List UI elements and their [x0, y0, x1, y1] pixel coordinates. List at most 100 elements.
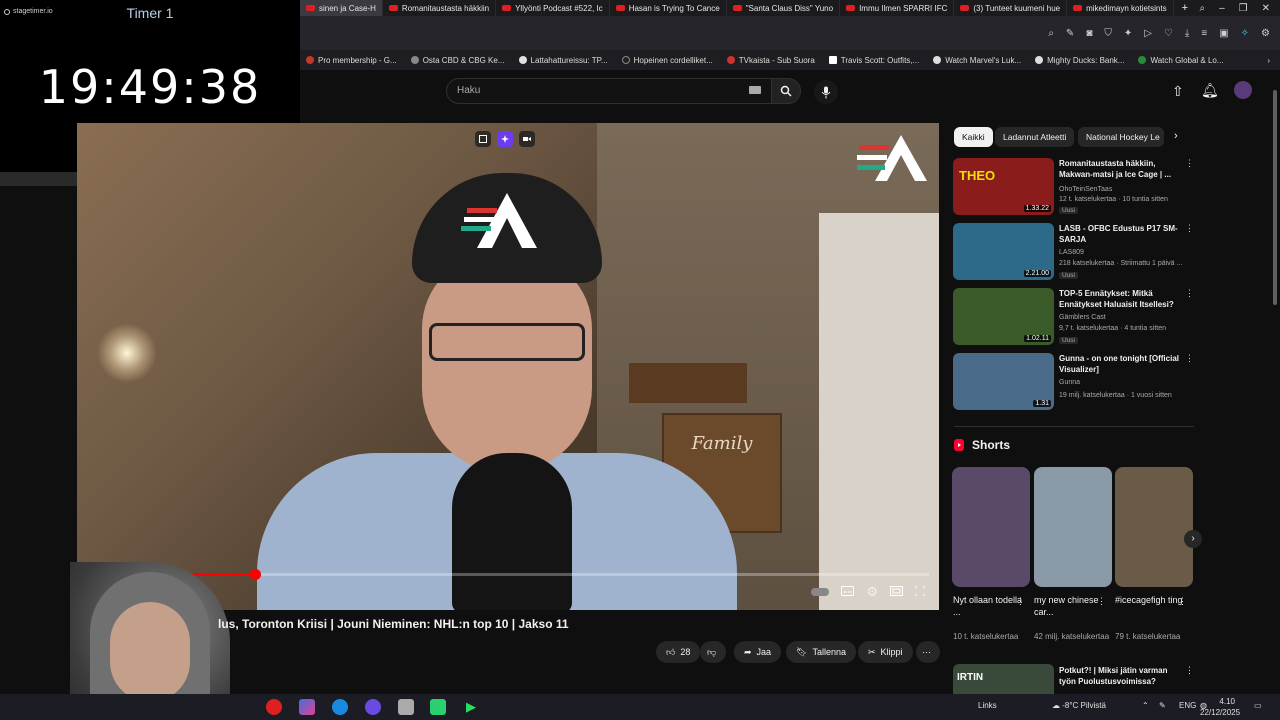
- zoom-icon[interactable]: ⌕: [1048, 28, 1054, 39]
- recommendation-thumbnail[interactable]: 1.31: [953, 353, 1054, 410]
- ai-icon[interactable]: ✧: [1241, 28, 1249, 39]
- clip-button[interactable]: ✂ Klippi: [858, 641, 913, 663]
- recommendation-title[interactable]: Gunna - on one tonight [Official Visuali…: [1059, 353, 1179, 375]
- scrollbar-thumb[interactable]: [1273, 90, 1277, 305]
- tray-chevron-icon[interactable]: ⌃: [1142, 701, 1149, 710]
- shield-icon[interactable]: ⛉: [1104, 28, 1112, 39]
- like-button[interactable]: 👍︎ 28: [656, 641, 701, 663]
- bookmark-item[interactable]: Travis Scott: Outfits,...: [828, 56, 919, 65]
- download-icon[interactable]: ⤓: [1185, 28, 1189, 39]
- discord-icon[interactable]: [365, 699, 381, 715]
- minimize-button[interactable]: –: [1219, 3, 1225, 14]
- camera-icon[interactable]: ◙: [1086, 28, 1092, 39]
- bookmark-item[interactable]: Mighty Ducks: Bank...: [1035, 56, 1124, 65]
- share-button[interactable]: ➦ Jaa: [734, 641, 782, 663]
- recommendation-thumbnail[interactable]: THEO 1.33.22: [953, 158, 1054, 215]
- menu-icon[interactable]: ≡: [1201, 28, 1207, 39]
- short-title[interactable]: Nyt ollaan todella ...: [953, 594, 1023, 618]
- more-vert-icon[interactable]: ⋮: [1097, 596, 1106, 607]
- recommendation-title[interactable]: TOP-5 Ennätykset: Mitkä Ennätykset Halua…: [1059, 288, 1179, 310]
- recommendation-item[interactable]: 1.31 Gunna - on one tonight [Official Vi…: [953, 353, 1194, 413]
- edit-icon[interactable]: ✎: [1066, 28, 1074, 39]
- chip-nhl[interactable]: National Hockey Le: [1078, 127, 1164, 147]
- bookmark-item[interactable]: Watch Marvel's Luk...: [933, 56, 1021, 65]
- extension-icon[interactable]: ✦: [1124, 28, 1132, 39]
- language-indicator[interactable]: ENG: [1179, 701, 1196, 710]
- more-vert-icon[interactable]: ⋮: [1185, 158, 1194, 169]
- app-icon[interactable]: [398, 699, 414, 715]
- more-vert-icon[interactable]: ⋮: [1185, 665, 1194, 676]
- chips-next-icon[interactable]: ›: [1174, 130, 1178, 142]
- search-tabs-icon[interactable]: ⌕: [1199, 3, 1205, 14]
- more-vert-icon[interactable]: ⋮: [1185, 223, 1194, 234]
- theater-mode-icon[interactable]: [890, 583, 903, 601]
- settings-gear-icon[interactable]: ⚙: [866, 584, 878, 600]
- app-icon[interactable]: [299, 699, 315, 715]
- recommendation-thumbnail[interactable]: 2.21.00: [953, 223, 1054, 280]
- settings-icon[interactable]: ⚙: [1261, 28, 1270, 39]
- voice-search-button[interactable]: [814, 80, 838, 104]
- recommendation-channel[interactable]: Gunna: [1059, 379, 1080, 386]
- bookmark-item[interactable]: TVkaista - Sub Suora: [726, 56, 815, 65]
- avatar[interactable]: [1234, 81, 1252, 99]
- recommendation-channel[interactable]: LAS809: [1059, 249, 1084, 256]
- more-bookmarks-icon[interactable]: ›: [1267, 56, 1280, 65]
- autoplay-toggle[interactable]: [811, 588, 830, 596]
- bookmark-item[interactable]: Hopeinen cordelliket...: [621, 56, 713, 65]
- notifications-icon[interactable]: 🔔︎: [1201, 82, 1219, 99]
- play-icon[interactable]: ▶: [463, 699, 479, 715]
- browser-tab[interactable]: "Santa Claus Diss" Yuno: [727, 0, 841, 16]
- recommendation-title[interactable]: LASB - OFBC Edustus P17 SM-SARJA: [1059, 223, 1179, 245]
- browser-tab[interactable]: Romanitaustasta häkkiin: [383, 0, 497, 16]
- search-button[interactable]: [771, 78, 801, 104]
- camera-record-icon[interactable]: [519, 131, 535, 147]
- bookmark-item[interactable]: Lattahattureissu: TP...: [518, 56, 608, 65]
- more-vert-icon[interactable]: ⋮: [1185, 353, 1194, 364]
- video-progress-bar[interactable]: [87, 569, 929, 580]
- close-window-button[interactable]: ✕: [1262, 3, 1270, 14]
- search-input[interactable]: Haku: [446, 78, 772, 104]
- browser-tab[interactable]: sinen ja Case-H: [300, 0, 383, 16]
- save-button[interactable]: 🔖︎ Tallenna: [786, 641, 856, 663]
- browser-tab[interactable]: Hasan is Trying To Cance: [610, 0, 727, 16]
- taskbar-date[interactable]: 22/12/2025: [1200, 708, 1240, 717]
- short-title[interactable]: my new chinese car...: [1034, 594, 1104, 618]
- more-vert-icon[interactable]: ⋮: [1178, 596, 1187, 607]
- video-player[interactable]: Family ⚙: [77, 123, 939, 610]
- shorts-next-button[interactable]: ›: [1184, 530, 1202, 548]
- browser-tab[interactable]: Yllyönti Podcast #522, Ic: [496, 0, 610, 16]
- miniplayer-icon[interactable]: [475, 131, 491, 147]
- short-title[interactable]: #icecagefigh ting: [1115, 594, 1185, 606]
- browser-tab[interactable]: mikedimayn kotietsints: [1067, 0, 1174, 16]
- short-thumbnail[interactable]: [952, 467, 1030, 587]
- bookmark-item[interactable]: Watch Global & Lo...: [1138, 56, 1224, 65]
- more-actions-button[interactable]: ⋯: [916, 641, 940, 663]
- recommendation-item[interactable]: 1.02.11 TOP-5 Ennätykset: Mitkä Ennätyks…: [953, 288, 1194, 348]
- dislike-button[interactable]: 👎︎: [700, 641, 726, 663]
- recommendation-channel[interactable]: Gämblers Cast: [1059, 314, 1106, 321]
- wallet-icon[interactable]: ▣: [1219, 28, 1228, 39]
- new-tab-button[interactable]: +: [1174, 2, 1196, 14]
- chip-uploaded-by[interactable]: Ladannut Atleetti: [995, 127, 1075, 147]
- short-thumbnail[interactable]: [1115, 467, 1193, 587]
- chip-all[interactable]: Kaikki: [954, 127, 993, 147]
- recommendation-channel[interactable]: OhoTeinSenTaas: [1059, 186, 1112, 193]
- recommendation-item[interactable]: THEO 1.33.22 Romanitaustasta häkkiin, Ma…: [953, 158, 1194, 218]
- taskbar-links[interactable]: Links: [978, 701, 997, 710]
- recommendation-title[interactable]: Romanitaustasta häkkiin, Makwan-matsi ja…: [1059, 158, 1179, 180]
- fullscreen-icon[interactable]: [914, 583, 926, 601]
- browser-tab[interactable]: (3) Tunteet kuumeni hue: [954, 0, 1068, 16]
- ai-sparkle-icon[interactable]: [497, 131, 513, 147]
- upload-icon[interactable]: ⇧: [1172, 83, 1184, 100]
- taskbar-time[interactable]: 4.10: [1215, 697, 1235, 706]
- subtitles-icon[interactable]: [841, 583, 855, 601]
- heart-icon[interactable]: ♡: [1164, 28, 1173, 39]
- short-thumbnail[interactable]: [1034, 467, 1112, 587]
- recommendation-thumbnail[interactable]: 1.02.11: [953, 288, 1054, 345]
- opera-icon[interactable]: [266, 699, 282, 715]
- app-icon[interactable]: [430, 699, 446, 715]
- keyboard-icon[interactable]: [749, 86, 761, 94]
- recommendation-title[interactable]: Potkut?! | Miksi jätin varman työn Puolu…: [1059, 665, 1179, 687]
- pen-icon[interactable]: ✎: [1159, 701, 1166, 710]
- edge-icon[interactable]: [332, 699, 348, 715]
